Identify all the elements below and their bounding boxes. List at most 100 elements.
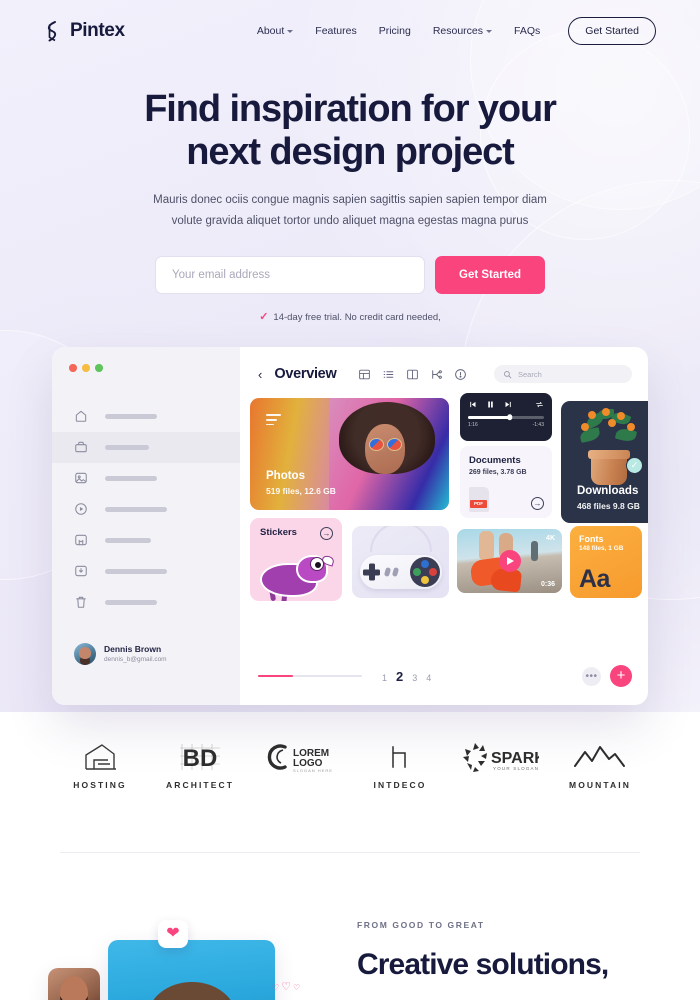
open-stickers-arrow-button[interactable]: →: [320, 527, 333, 540]
section-headline: Creative solutions,: [357, 948, 609, 981]
card-media-player[interactable]: 1:16 -1:43: [460, 393, 552, 441]
more-options-button[interactable]: •••: [582, 666, 601, 686]
previous-track-icon[interactable]: [468, 400, 477, 409]
search-icon: [504, 370, 512, 378]
card-games[interactable]: [352, 526, 449, 598]
top-navigation-bar: Pintex About Features Pricing Resources …: [0, 0, 700, 62]
dpad: [363, 563, 380, 581]
intdeco-icon: [385, 740, 415, 774]
email-input[interactable]: [155, 256, 425, 295]
trash-icon: [76, 596, 86, 608]
card-meta: 148 files, 1 GB: [579, 545, 624, 552]
user-name: Dennis Brown: [104, 643, 162, 654]
gallery-view-icon[interactable]: [430, 368, 443, 381]
heart-badge: ❤: [158, 920, 188, 948]
maximize-window-dot[interactable]: [95, 364, 103, 372]
nav-link-resources[interactable]: Resources: [433, 25, 493, 37]
search-placeholder: Search: [518, 369, 542, 379]
photo-sunglasses: [365, 438, 405, 451]
archive-icon: [75, 534, 87, 546]
check-badge-icon: ✓: [626, 457, 643, 474]
photo-thumbnail: [329, 398, 449, 510]
sidebar-label-placeholder: [105, 537, 151, 543]
svg-text:YOUR SLOGAN: YOUR SLOGAN: [493, 766, 539, 771]
pause-icon[interactable]: [486, 400, 495, 409]
sidebar-label-placeholder: [105, 599, 157, 605]
card-video[interactable]: 4K 0:36: [457, 529, 562, 593]
footer-actions: ••• +: [582, 665, 632, 687]
trial-note-label: 14-day free trial. No credit card needed…: [273, 312, 441, 324]
nav-link-label: FAQs: [514, 25, 541, 37]
search-input[interactable]: Search: [494, 365, 632, 383]
card-fonts[interactable]: Fonts 148 files, 1 GB Aa: [570, 526, 642, 598]
architect-icon: BD: [178, 740, 222, 774]
brand-logo[interactable]: Pintex: [44, 20, 125, 42]
page-1-button[interactable]: 1: [382, 673, 387, 683]
next-track-icon[interactable]: [504, 400, 513, 409]
sidebar-label-placeholder: [105, 444, 149, 450]
card-meta: 468 files 9.8 GB: [577, 500, 640, 511]
list-view-icon[interactable]: [382, 368, 395, 381]
sidebar-item-downloads[interactable]: [52, 556, 240, 587]
menu-icon[interactable]: [266, 414, 281, 428]
app-toolbar: ‹ Overview Search: [258, 365, 632, 383]
logo-mountain: MOUNTAIN: [550, 740, 650, 790]
close-window-dot[interactable]: [69, 364, 77, 372]
page-title: Find inspiration for your next design pr…: [0, 88, 700, 174]
card-photos[interactable]: Photos 519 files, 12.6 GB: [250, 398, 449, 510]
lens: [386, 438, 402, 451]
sidebar-item-trash[interactable]: [52, 587, 240, 618]
window-controls: [52, 347, 240, 372]
page-2-button[interactable]: 2: [396, 669, 403, 684]
grid-view-icon[interactable]: [358, 368, 371, 381]
client-logos-row: HOSTING BD ARCHITECT LOREM LOGO SLOGAN H…: [0, 740, 700, 790]
nav-link-features[interactable]: Features: [315, 25, 356, 37]
trial-note: ✓ 14-day free trial. No credit card need…: [0, 311, 700, 324]
page-4-button[interactable]: 4: [426, 673, 431, 683]
back-chevron-icon[interactable]: ‹: [258, 368, 262, 381]
logo-label: MOUNTAIN: [569, 780, 631, 790]
briefcase-icon: [75, 441, 87, 453]
hero-get-started-button[interactable]: Get Started: [435, 256, 545, 295]
card-downloads[interactable]: ✓ Downloads 468 files 9.8 GB: [561, 401, 648, 523]
view-mode-toggles: [358, 368, 467, 381]
mountain-icon: [572, 740, 628, 774]
page-3-button[interactable]: 3: [412, 673, 417, 683]
info-icon[interactable]: [454, 368, 467, 381]
play-button[interactable]: [498, 550, 521, 572]
user-email: dennis_b@gmail.com: [104, 655, 167, 663]
card-documents[interactable]: Documents 269 files, 3.78 GB →: [460, 446, 552, 518]
check-icon: ✓: [259, 311, 269, 324]
repeat-icon[interactable]: [535, 400, 544, 409]
nav-link-label: About: [256, 25, 285, 37]
column-view-icon[interactable]: [406, 368, 419, 381]
sidebar-item-saved[interactable]: [52, 525, 240, 556]
progress-handle[interactable]: [507, 414, 513, 420]
open-documents-arrow-button[interactable]: →: [531, 497, 544, 510]
nav-link-about[interactable]: About: [256, 25, 294, 37]
collage-portrait: [147, 982, 236, 1000]
nav-link-faqs[interactable]: FAQs: [514, 25, 540, 37]
chevron-down-icon: [486, 29, 493, 33]
runner-leg: [479, 531, 494, 561]
minimize-window-dot[interactable]: [82, 364, 90, 372]
sidebar-user-profile[interactable]: Dennis Brown dennis_b@gmail.com: [74, 643, 167, 665]
logo-hosting: HOSTING: [50, 740, 150, 790]
sidebar-item-videos[interactable]: [52, 494, 240, 525]
card-stickers[interactable]: Stickers →: [250, 518, 342, 601]
nav-link-pricing[interactable]: Pricing: [379, 25, 411, 37]
sidebar-item-images[interactable]: [52, 463, 240, 494]
player-progress-slider[interactable]: [468, 414, 544, 420]
controller-cable: [370, 526, 432, 552]
card-meta: 269 files, 3.78 GB: [469, 469, 527, 477]
lorem-logo-icon: LOREM LOGO SLOGAN HERE: [259, 740, 341, 774]
storage-progress-bar: [258, 674, 362, 678]
sidebar-item-home[interactable]: [52, 401, 240, 432]
heart-icon: ❤: [166, 925, 180, 942]
logo-lorem: LOREM LOGO SLOGAN HERE LOREM LOGO: [250, 740, 350, 790]
add-button[interactable]: +: [610, 665, 632, 687]
hero-title-line-1: Find inspiration for your: [144, 88, 557, 130]
sidebar-item-overview[interactable]: [52, 431, 240, 463]
collage-photo-small: [48, 968, 100, 1000]
nav-get-started-button[interactable]: Get Started: [568, 17, 656, 45]
